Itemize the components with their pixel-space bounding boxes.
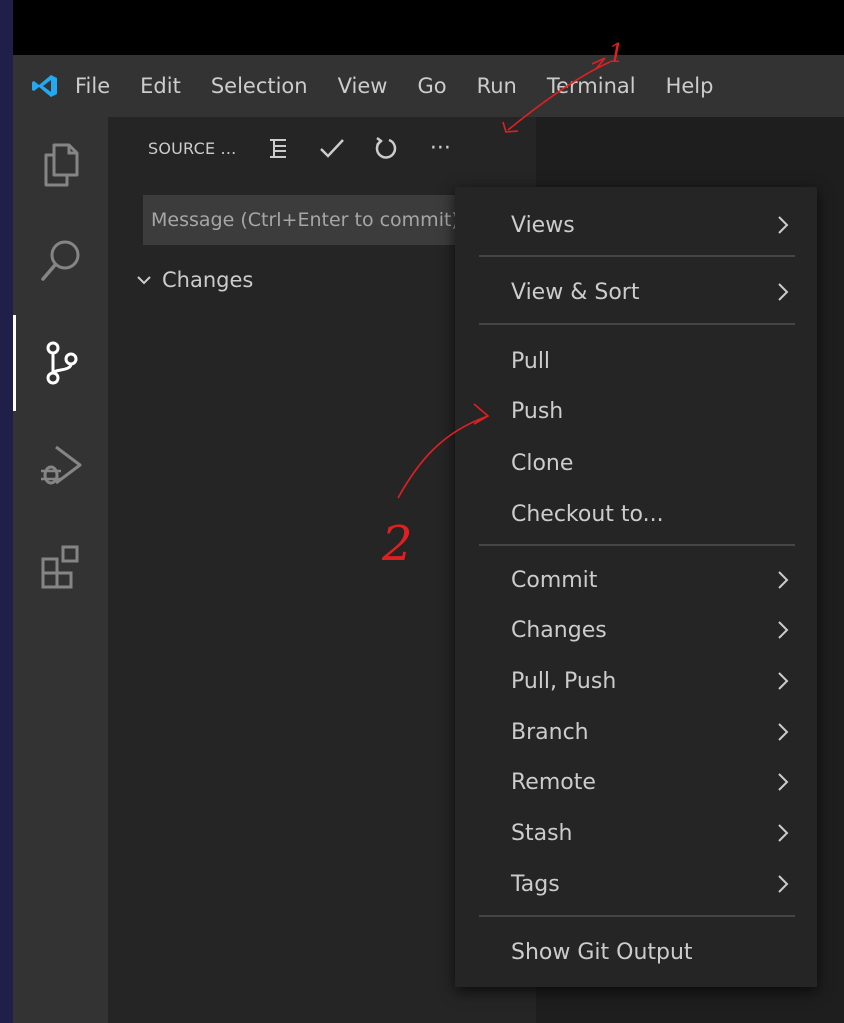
menu-item-show-git-output[interactable]: Show Git Output bbox=[455, 930, 817, 974]
commit-message-input[interactable] bbox=[143, 195, 466, 245]
menu-item-label: Branch bbox=[511, 719, 589, 745]
menu-item-label: Pull bbox=[511, 348, 551, 374]
menu-selection[interactable]: Selection bbox=[196, 55, 323, 117]
menu-view[interactable]: View bbox=[323, 55, 403, 117]
menu-item-label: Stash bbox=[511, 820, 573, 846]
menu-item-label: Views bbox=[511, 212, 575, 238]
menu-item-view-sort[interactable]: View & Sort bbox=[455, 270, 817, 314]
refresh-button[interactable] bbox=[366, 128, 406, 168]
menu-item-label: Remote bbox=[511, 769, 596, 795]
vscode-logo-icon bbox=[32, 75, 57, 97]
commit-button[interactable] bbox=[312, 128, 352, 168]
activity-extensions[interactable] bbox=[13, 519, 108, 615]
chevron-right-icon bbox=[778, 283, 789, 301]
chevron-down-icon bbox=[137, 276, 151, 285]
search-icon bbox=[40, 240, 79, 281]
more-actions-label: ··· bbox=[429, 135, 451, 161]
menu-item-remote[interactable]: Remote bbox=[455, 760, 817, 804]
chevron-right-icon bbox=[778, 773, 789, 791]
menu-item-pull[interactable]: Pull bbox=[455, 339, 817, 383]
check-icon bbox=[320, 139, 345, 158]
menu-item-branch[interactable]: Branch bbox=[455, 710, 817, 754]
menu-separator bbox=[479, 544, 795, 546]
menu-edit[interactable]: Edit bbox=[125, 55, 196, 117]
menu-item-label: Checkout to... bbox=[511, 501, 664, 527]
chevron-right-icon bbox=[778, 672, 789, 690]
menu-run[interactable]: Run bbox=[462, 55, 532, 117]
menu-item-label: Changes bbox=[511, 617, 607, 643]
activity-explorer[interactable] bbox=[13, 117, 108, 213]
activity-run-debug[interactable] bbox=[13, 417, 108, 513]
chevron-right-icon bbox=[778, 571, 789, 589]
sidebar-title: SOURCE ... bbox=[148, 138, 237, 158]
menu-item-views[interactable]: Views bbox=[455, 203, 817, 247]
changes-section-header[interactable]: Changes bbox=[136, 262, 253, 298]
run-debug-icon bbox=[40, 445, 81, 485]
menu-item-label: View & Sort bbox=[511, 279, 640, 305]
activity-source-control[interactable] bbox=[13, 315, 108, 411]
menu-item-label: Commit bbox=[511, 567, 598, 593]
extensions-icon bbox=[41, 545, 78, 589]
menu-terminal[interactable]: Terminal bbox=[532, 55, 651, 117]
view-as-tree-button[interactable] bbox=[258, 128, 298, 168]
explorer-icon bbox=[44, 143, 78, 187]
menu-item-stash[interactable]: Stash bbox=[455, 811, 817, 855]
chevron-right-icon bbox=[778, 621, 789, 639]
menu-item-commit[interactable]: Commit bbox=[455, 558, 817, 602]
chevron-right-icon bbox=[778, 723, 789, 741]
menu-file[interactable]: File bbox=[75, 55, 125, 117]
menu-separator bbox=[479, 323, 795, 325]
more-actions-button[interactable]: ··· bbox=[420, 128, 460, 168]
activity-search[interactable] bbox=[13, 213, 108, 309]
chevron-right-icon bbox=[778, 824, 789, 842]
menu-separator bbox=[479, 915, 795, 917]
title-bar bbox=[13, 0, 844, 55]
menu-item-label: Push bbox=[511, 398, 564, 424]
menu-item-label: Show Git Output bbox=[511, 939, 693, 965]
refresh-icon bbox=[376, 137, 397, 159]
menu-bar: File Edit Selection View Go Run Terminal… bbox=[13, 55, 844, 117]
menu-help[interactable]: Help bbox=[651, 55, 729, 117]
menu-item-label: Tags bbox=[511, 871, 560, 897]
menu-item-pull-push[interactable]: Pull, Push bbox=[455, 659, 817, 703]
changes-label: Changes bbox=[162, 268, 254, 292]
chevron-right-icon bbox=[778, 216, 789, 234]
menu-item-tags[interactable]: Tags bbox=[455, 862, 817, 906]
menu-item-checkout-to[interactable]: Checkout to... bbox=[455, 492, 817, 536]
menu-item-push[interactable]: Push bbox=[455, 389, 817, 433]
list-tree-icon bbox=[270, 139, 287, 158]
git-more-actions-menu: Views View & Sort Pull Push Clone Checko… bbox=[455, 187, 817, 987]
menu-item-changes[interactable]: Changes bbox=[455, 608, 817, 652]
chevron-right-icon bbox=[778, 875, 789, 893]
menu-item-label: Clone bbox=[511, 450, 574, 476]
sidebar-header: SOURCE ... ··· bbox=[108, 117, 536, 179]
menu-separator bbox=[479, 255, 795, 257]
activity-bar bbox=[13, 117, 108, 1023]
menu-item-label: Pull, Push bbox=[511, 668, 617, 694]
source-control-icon bbox=[46, 341, 77, 385]
menu-item-clone[interactable]: Clone bbox=[455, 441, 817, 485]
menu-go[interactable]: Go bbox=[402, 55, 461, 117]
